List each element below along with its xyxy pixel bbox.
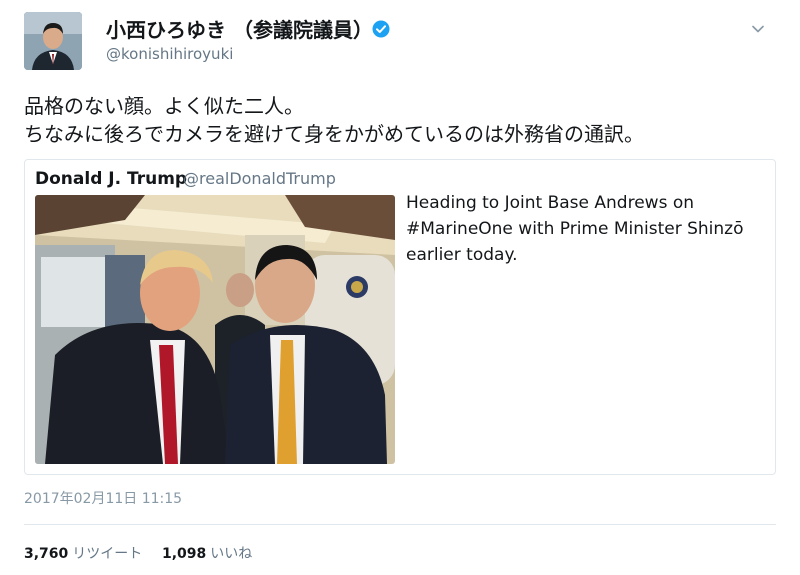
retweets-stat[interactable]: 3,760 リツイート (24, 543, 142, 563)
quoted-tweet-text: Heading to Joint Base Andrews on #Marine… (406, 190, 772, 268)
quoted-tweet-photo[interactable] (35, 195, 395, 464)
likes-count: 1,098 (162, 546, 207, 562)
divider (24, 524, 776, 525)
avatar-image (24, 12, 82, 70)
retweets-count: 3,760 (24, 546, 69, 562)
screen-name[interactable]: @konishihiroyuki (106, 45, 233, 63)
quoted-text-line-3: earlier today. (406, 245, 518, 265)
tweet-text-line-1: 品格のない顔。よく似た二人。 (24, 94, 304, 118)
quoted-text-line-2: #MarineOne with Prime Minister Shinzō (406, 219, 744, 239)
likes-stat[interactable]: 1,098 いいね (162, 543, 252, 563)
author-name[interactable]: 小西ひろゆき （参議院議員） (106, 14, 373, 43)
retweets-label: リツイート (72, 546, 143, 562)
quoted-author-name: Donald J. Trump (35, 169, 188, 189)
photo-image (35, 195, 395, 464)
avatar[interactable] (24, 12, 82, 70)
tweet-text: 品格のない顔。よく似た二人。 ちなみに後ろでカメラを避けて身をかがめているのは外… (24, 92, 784, 148)
quoted-tweet-card[interactable]: Donald J. Trump @realDonaldTrump Heading… (24, 159, 776, 475)
verified-badge-icon (372, 20, 390, 38)
likes-label: いいね (210, 546, 253, 562)
tweet-timestamp[interactable]: 2017年02月11日 11:15 (24, 488, 182, 508)
chevron-down-icon[interactable] (751, 22, 765, 36)
quoted-author-handle: @realDonaldTrump (183, 169, 336, 188)
tweet-text-line-2: ちなみに後ろでカメラを避けて身をかがめているのは外務省の通訳。 (24, 122, 644, 146)
quoted-text-line-1: Heading to Joint Base Andrews on (406, 193, 695, 213)
